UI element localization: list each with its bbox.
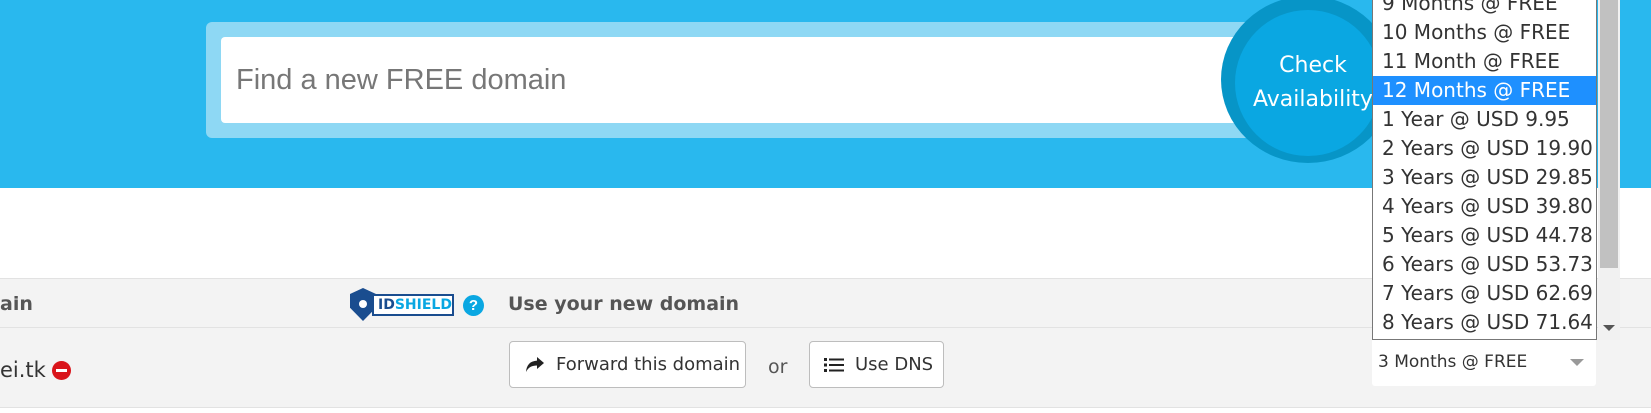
- or-label: or: [768, 356, 788, 378]
- dropdown-scrollbar[interactable]: [1598, 0, 1620, 340]
- period-select-value: 3 Months @ FREE: [1378, 352, 1528, 372]
- row-domain-name: ei.tk: [0, 358, 46, 382]
- period-select[interactable]: 3 Months @ FREE: [1372, 338, 1596, 386]
- search-box: [206, 22, 1316, 138]
- column-header-use-domain: Use your new domain: [508, 293, 740, 315]
- forward-arrow-icon: [526, 356, 544, 372]
- dropdown-option[interactable]: 1 Year @ USD 9.95: [1373, 105, 1596, 134]
- dropdown-option[interactable]: 12 Months @ FREE: [1373, 76, 1596, 105]
- dropdown-option[interactable]: 10 Months @ FREE: [1373, 18, 1596, 47]
- dropdown-option[interactable]: 8 Years @ USD 71.64: [1373, 308, 1596, 337]
- forward-domain-button[interactable]: Forward this domain: [509, 341, 746, 388]
- page: Check Availability ain IDSHIELD ? Use yo…: [0, 0, 1651, 413]
- dropdown-option[interactable]: 9 Months @ FREE: [1373, 0, 1596, 18]
- check-availability-button[interactable]: Check Availability: [1235, 10, 1381, 156]
- idshield-logo: IDSHIELD: [350, 288, 454, 321]
- forward-domain-label: Forward this domain: [556, 354, 741, 375]
- column-header-domain: ain: [0, 293, 33, 315]
- scroll-down-arrow-icon[interactable]: [1603, 325, 1615, 331]
- list-icon: [824, 357, 844, 372]
- dropdown-option[interactable]: 3 Years @ USD 29.85: [1373, 163, 1596, 192]
- check-button-line1: Check: [1279, 53, 1347, 78]
- remove-domain-icon[interactable]: [52, 361, 71, 380]
- dropdown-option[interactable]: 2 Years @ USD 19.90: [1373, 134, 1596, 163]
- dropdown-option[interactable]: 6 Years @ USD 53.73: [1373, 250, 1596, 279]
- dropdown-option[interactable]: 11 Month @ FREE: [1373, 47, 1596, 76]
- dropdown-option[interactable]: 4 Years @ USD 39.80: [1373, 192, 1596, 221]
- idshield-wordmark: IDSHIELD: [372, 294, 454, 316]
- dropdown-option[interactable]: 7 Years @ USD 62.69: [1373, 279, 1596, 308]
- help-icon[interactable]: ?: [463, 295, 484, 316]
- use-dns-label: Use DNS: [855, 354, 934, 375]
- period-dropdown-list: 9 Months @ FREE 10 Months @ FREE 11 Month …: [1372, 0, 1597, 340]
- check-button-line2: Availability: [1253, 87, 1373, 112]
- scrollbar-thumb[interactable]: [1600, 0, 1618, 268]
- dropdown-option[interactable]: 5 Years @ USD 44.78: [1373, 221, 1596, 250]
- use-dns-button[interactable]: Use DNS: [809, 341, 944, 388]
- domain-search-input[interactable]: [221, 37, 1301, 123]
- chevron-down-icon: [1570, 359, 1584, 366]
